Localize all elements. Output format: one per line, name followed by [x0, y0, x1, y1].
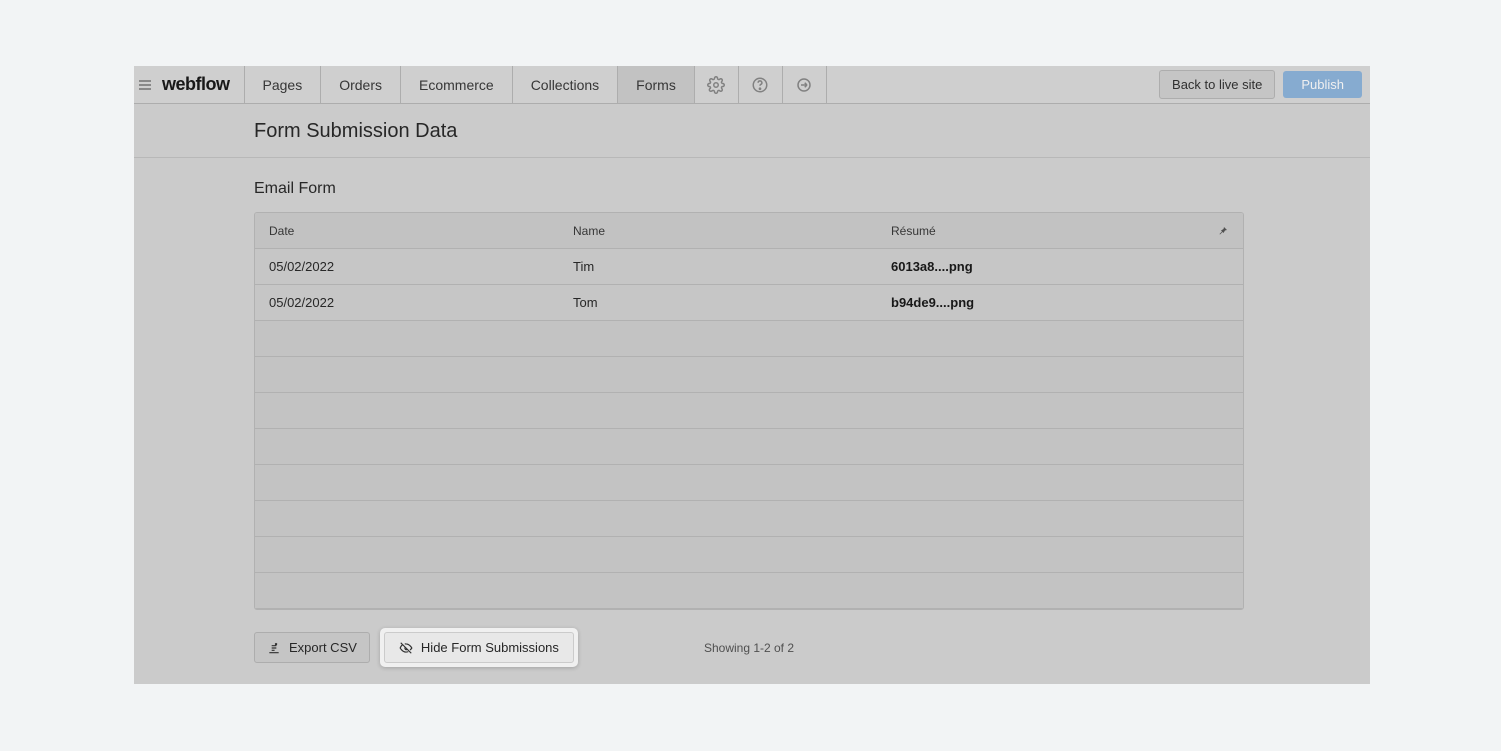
table-row: [255, 357, 1243, 393]
col-resume[interactable]: Résumé: [891, 224, 1243, 238]
table-row: [255, 429, 1243, 465]
cell-resume[interactable]: 6013a8....png: [891, 259, 1243, 274]
tab-orders[interactable]: Orders: [321, 66, 401, 103]
table-row[interactable]: 05/02/2022Tomb94de9....png: [255, 285, 1243, 321]
gear-icon[interactable]: [695, 66, 739, 103]
hide-form-submissions-button[interactable]: Hide Form Submissions: [384, 632, 574, 663]
cell-name: Tim: [573, 259, 891, 274]
back-to-live-site-button[interactable]: Back to live site: [1159, 70, 1275, 99]
nav-tabs: Pages Orders Ecommerce Collections Forms: [245, 66, 695, 103]
export-icon: [267, 641, 281, 655]
export-csv-label: Export CSV: [289, 640, 357, 655]
pin-icon[interactable]: [1217, 225, 1229, 237]
app-frame: webflow Pages Orders Ecommerce Collectio…: [134, 66, 1370, 684]
table-row: [255, 573, 1243, 609]
share-icon[interactable]: [783, 66, 827, 103]
hamburger-icon[interactable]: [134, 66, 156, 103]
cell-date: 05/02/2022: [255, 295, 573, 310]
table-header: Date Name Résumé: [255, 213, 1243, 249]
help-icon[interactable]: [739, 66, 783, 103]
table-row: [255, 321, 1243, 357]
tab-pages[interactable]: Pages: [245, 66, 322, 103]
eye-off-icon: [399, 641, 413, 655]
content-area: Form Submission Data Email Form Date Nam…: [134, 104, 1370, 667]
submissions-table: Date Name Résumé 05/02/2022Tim6013a8....…: [254, 212, 1244, 610]
cell-name: Tom: [573, 295, 891, 310]
top-right-actions: Back to live site Publish: [1159, 66, 1370, 103]
form-name-heading: Email Form: [134, 158, 1370, 212]
webflow-logo[interactable]: webflow: [156, 66, 245, 103]
page-title: Form Submission Data: [134, 104, 1370, 158]
cell-date: 05/02/2022: [255, 259, 573, 274]
tab-ecommerce[interactable]: Ecommerce: [401, 66, 513, 103]
col-name[interactable]: Name: [573, 224, 891, 238]
hide-submissions-label: Hide Form Submissions: [421, 640, 559, 655]
col-resume-label: Résumé: [891, 224, 936, 238]
export-csv-button[interactable]: Export CSV: [254, 632, 370, 663]
tab-forms[interactable]: Forms: [618, 66, 695, 103]
cell-resume[interactable]: b94de9....png: [891, 295, 1243, 310]
tab-collections[interactable]: Collections: [513, 66, 618, 103]
table-row[interactable]: 05/02/2022Tim6013a8....png: [255, 249, 1243, 285]
table-row: [255, 465, 1243, 501]
table-row: [255, 393, 1243, 429]
table-row: [255, 501, 1243, 537]
top-bar: webflow Pages Orders Ecommerce Collectio…: [134, 66, 1370, 104]
hide-submissions-highlight: Hide Form Submissions: [380, 628, 578, 667]
col-date[interactable]: Date: [255, 224, 573, 238]
table-footer: Export CSV Hide Form Submissions Showing…: [254, 628, 1244, 667]
publish-button[interactable]: Publish: [1283, 71, 1362, 98]
table-row: [255, 537, 1243, 573]
pagination-status: Showing 1-2 of 2: [704, 641, 794, 655]
